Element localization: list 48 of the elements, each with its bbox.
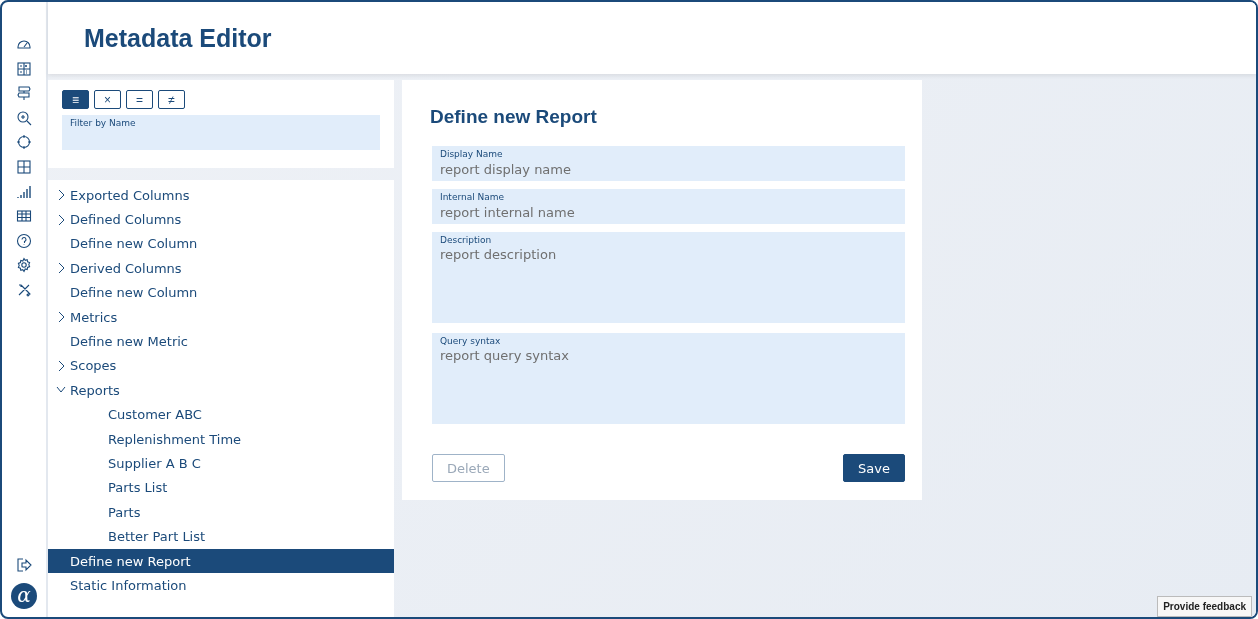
chevron-right-icon [56,311,66,324]
field-label: Internal Name [440,192,505,202]
chevron-right-icon [56,189,66,202]
field-label: Query syntax [440,336,501,346]
tree-item[interactable]: Define new Report [48,548,394,574]
field-label: Filter by Name [70,118,136,128]
tree-item[interactable]: Define new Metric [48,329,394,354]
filter-mode-button[interactable]: ≠ [158,90,185,109]
tree-item[interactable]: Defined Columns [48,207,394,232]
logo: α [11,583,37,609]
grid-icon[interactable] [16,158,32,175]
calculator-icon[interactable] [16,60,32,77]
form-title: Define new Report [430,106,598,128]
field-label: Display Name [440,149,503,159]
tree-item[interactable]: Better Part List [48,524,394,549]
tree-item[interactable]: Define new Column [48,280,394,305]
filter-mode-button[interactable]: × [94,90,121,109]
save-button[interactable]: Save [843,454,905,482]
tree-item[interactable]: Derived Columns [48,256,394,281]
filter-mode-button[interactable]: = [126,90,153,109]
tree-item[interactable]: Parts List [48,475,394,501]
tree-item[interactable]: Exported Columns [48,183,394,208]
settings-icon[interactable] [16,257,32,274]
zoom-in-icon[interactable] [16,109,32,126]
tree-item[interactable]: Reports [48,378,394,403]
field-label: Description [440,235,492,245]
chevron-right-icon [56,359,66,372]
feedback-button[interactable]: Provide feedback [1157,596,1252,617]
table-icon[interactable] [16,208,32,225]
tree-item[interactable]: Static Information [48,573,394,598]
signpost-icon[interactable] [16,85,32,102]
filter-mode-button[interactable]: ≡ [62,90,89,109]
tree-item[interactable]: Scopes [48,353,394,379]
filter-field[interactable] [62,115,380,150]
tree-item[interactable]: Define new Column [48,231,394,257]
tree-item[interactable]: Supplier A B C [48,451,394,476]
tools-icon[interactable] [16,281,32,298]
chevron-right-icon [56,262,66,275]
logout-icon[interactable] [16,557,32,573]
tree-item[interactable]: Parts [48,500,394,525]
signal-icon[interactable] [16,183,32,200]
help-icon[interactable] [16,232,32,249]
tree-item[interactable]: Metrics [48,304,394,330]
app-title: Metadata Editor [84,23,272,53]
chevron-right-icon [56,213,66,226]
tree-item[interactable]: Replenishment Time [48,426,394,452]
tree-item[interactable]: Customer ABC [48,402,394,427]
crosshair-icon[interactable] [16,134,32,151]
